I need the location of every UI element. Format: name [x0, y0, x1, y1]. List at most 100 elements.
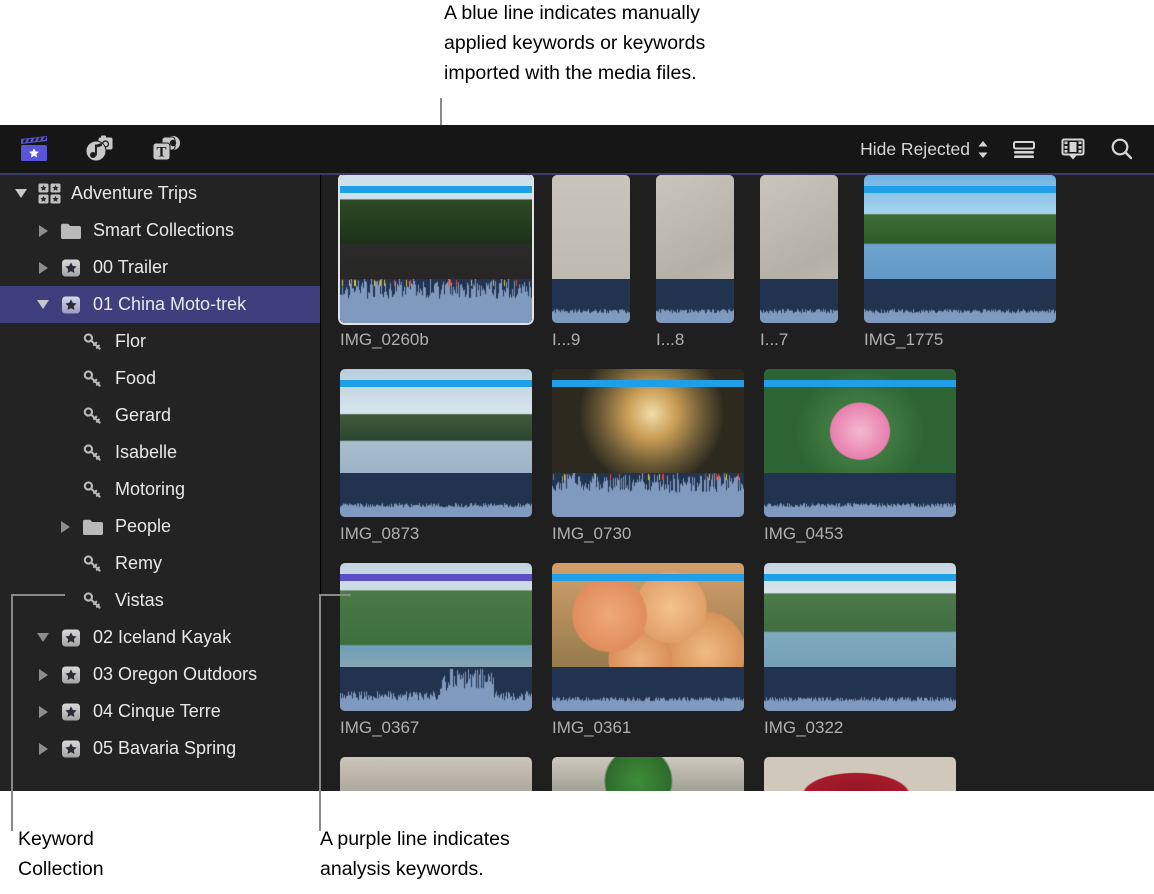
clip-thumbnail[interactable]	[656, 175, 734, 323]
sidebar-item-label: Vistas	[108, 590, 164, 611]
clip-audio-waveform	[760, 279, 838, 323]
clip-item-partial[interactable]	[764, 757, 956, 791]
sidebar-item-label: People	[108, 516, 171, 537]
keyword-key-icon	[78, 332, 108, 352]
keyword-key-icon	[78, 369, 108, 389]
chevron-down-icon[interactable]	[30, 633, 56, 642]
clip-name-label: IMG_0322	[764, 718, 956, 738]
clip-item[interactable]: IMG_0873	[340, 369, 532, 544]
clip-audio-waveform	[764, 473, 956, 517]
list-view-icon[interactable]	[1010, 136, 1038, 162]
sidebar-item-02-iceland-kayak[interactable]: 02 Iceland Kayak	[0, 619, 320, 656]
clip-item[interactable]: I...9	[552, 175, 630, 350]
chevron-down-icon[interactable]	[8, 189, 34, 198]
titles-generators-tab[interactable]: T	[148, 133, 184, 165]
clip-thumbnail[interactable]	[760, 175, 838, 323]
clip-item[interactable]: I...7	[760, 175, 838, 350]
clip-item-partial[interactable]	[340, 757, 532, 791]
callout-keyword-collection-text: Keyword Collection	[18, 824, 198, 884]
clip-audio-waveform	[656, 279, 734, 323]
chevron-up-down-icon	[977, 140, 989, 159]
photos-audio-tab[interactable]	[82, 133, 118, 165]
clip-audio-waveform	[864, 279, 1056, 323]
clip-item[interactable]: IMG_0361	[552, 563, 744, 738]
hide-rejected-label: Hide Rejected	[860, 139, 970, 160]
clip-item[interactable]: IMG_0453	[764, 369, 956, 544]
sidebar-item-05-bavaria-spring[interactable]: 05 Bavaria Spring	[0, 730, 320, 767]
chevron-right-icon[interactable]	[30, 669, 56, 681]
clip-thumbnail[interactable]	[552, 369, 744, 517]
clip-thumbnail[interactable]	[552, 757, 744, 791]
libraries-tab[interactable]	[16, 133, 52, 165]
libraries-sidebar[interactable]: Adventure Trips Smart Collections 00 Trail…	[0, 175, 320, 791]
clip-thumbnail[interactable]	[552, 175, 630, 323]
folder-icon	[78, 518, 108, 536]
clip-browser-filmstrip[interactable]: IMG_0260b I...9 I...8 I...7 IMG_1775 IMG_0873…	[321, 175, 1154, 791]
clip-thumbnail[interactable]	[764, 369, 956, 517]
clip-item-partial[interactable]	[552, 757, 744, 791]
sidebar-item-label: Food	[108, 368, 156, 389]
clip-thumbnail[interactable]	[552, 563, 744, 711]
svg-text:T: T	[156, 145, 166, 161]
sidebar-item-04-cinque-terre[interactable]: 04 Cinque Terre	[0, 693, 320, 730]
keyword-key-icon	[78, 443, 108, 463]
sidebar-item-label: 05 Bavaria Spring	[86, 738, 236, 759]
clip-item[interactable]: IMG_0730	[552, 369, 744, 544]
clip-item[interactable]: IMG_1775	[864, 175, 1056, 350]
chevron-right-icon[interactable]	[30, 262, 56, 274]
keyword-line-purple	[340, 574, 532, 581]
callout-purple-line-text: A purple line indicates analysis keyword…	[320, 824, 640, 884]
clip-name-label: IMG_0361	[552, 718, 744, 738]
leader-line-keyword-horizontal	[11, 594, 65, 596]
sidebar-item-label: Adventure Trips	[64, 183, 197, 204]
sidebar-item-smart-collections[interactable]: Smart Collections	[0, 212, 320, 249]
clip-item[interactable]: I...8	[656, 175, 734, 350]
chevron-down-icon[interactable]	[30, 300, 56, 309]
filmstrip-view-icon[interactable]	[1059, 136, 1087, 162]
sidebar-item-00-trailer[interactable]: 00 Trailer	[0, 249, 320, 286]
chevron-right-icon[interactable]	[30, 743, 56, 755]
sidebar-item-label: 00 Trailer	[86, 257, 168, 278]
clip-audio-waveform	[552, 473, 744, 517]
sidebar-item-01-china-moto-trek[interactable]: 01 China Moto-trek	[0, 286, 320, 323]
sidebar-item-food[interactable]: Food	[0, 360, 320, 397]
clip-thumbnail[interactable]	[764, 563, 956, 711]
clip-thumbnail[interactable]	[340, 563, 532, 711]
sidebar-item-people[interactable]: People	[0, 508, 320, 545]
sidebar-item-label: Motoring	[108, 479, 185, 500]
sidebar-item-isabelle[interactable]: Isabelle	[0, 434, 320, 471]
leader-line-keyword-vertical	[11, 594, 13, 831]
clip-item[interactable]: IMG_0322	[764, 563, 956, 738]
chevron-right-icon[interactable]	[30, 225, 56, 237]
clip-thumbnail[interactable]	[864, 175, 1056, 323]
sidebar-item-gerard[interactable]: Gerard	[0, 397, 320, 434]
sidebar-item-label: 04 Cinque Terre	[86, 701, 221, 722]
hide-rejected-popup[interactable]: Hide Rejected	[860, 139, 989, 160]
toolbar-right-group: Hide Rejected	[860, 136, 1154, 162]
clip-thumbnail[interactable]	[340, 369, 532, 517]
clip-thumbnail[interactable]	[340, 757, 532, 791]
chevron-right-icon[interactable]	[30, 706, 56, 718]
sidebar-item-motoring[interactable]: Motoring	[0, 471, 320, 508]
sidebar-item-03-oregon-outdoors[interactable]: 03 Oregon Outdoors	[0, 656, 320, 693]
leader-line-purple-horizontal	[319, 594, 351, 596]
sidebar-item-flor[interactable]: Flor	[0, 323, 320, 360]
sidebar-item-label: 03 Oregon Outdoors	[86, 664, 257, 685]
sidebar-item-remy[interactable]: Remy	[0, 545, 320, 582]
search-icon[interactable]	[1108, 136, 1136, 162]
clip-audio-waveform	[340, 473, 532, 517]
clip-name-label: IMG_1775	[864, 330, 1056, 350]
clip-name-label: IMG_0730	[552, 524, 744, 544]
clip-thumbnail[interactable]	[340, 175, 532, 323]
clip-name-label: IMG_0873	[340, 524, 532, 544]
clip-item[interactable]: IMG_0260b	[340, 175, 532, 350]
sidebar-item-vistas[interactable]: Vistas	[0, 582, 320, 619]
sidebar-item-label: 02 Iceland Kayak	[86, 627, 231, 648]
keyword-line-blue	[864, 186, 1056, 193]
keyword-line-blue	[340, 380, 532, 387]
clip-item[interactable]: IMG_0367	[340, 563, 532, 738]
clip-filmstrip-image	[552, 757, 744, 791]
sidebar-item-adventure-trips[interactable]: Adventure Trips	[0, 175, 320, 212]
clip-thumbnail[interactable]	[764, 757, 956, 791]
chevron-right-icon[interactable]	[52, 521, 78, 533]
